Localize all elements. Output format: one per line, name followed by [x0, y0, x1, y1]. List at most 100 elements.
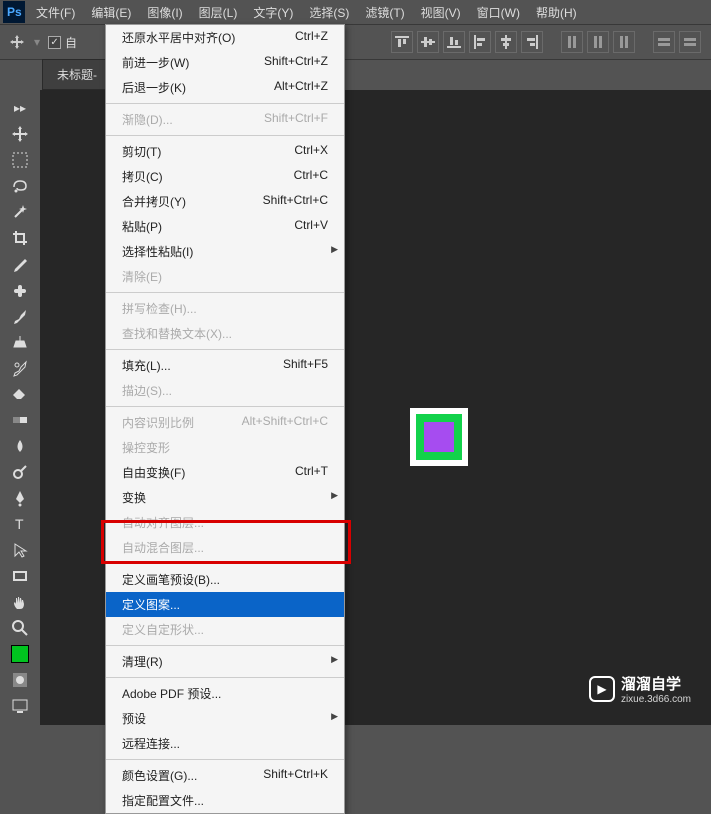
- menu-item[interactable]: 填充(L)...Shift+F5: [106, 353, 344, 378]
- menu-separator: [106, 563, 344, 564]
- menu-item-shortcut: Ctrl+Z: [295, 29, 328, 46]
- menu-item[interactable]: 剪切(T)Ctrl+X: [106, 139, 344, 164]
- crop-tool[interactable]: [5, 226, 35, 250]
- type-tool[interactable]: T: [5, 512, 35, 536]
- menu-item-label: 指定配置文件...: [122, 792, 204, 809]
- align-right-icon[interactable]: [521, 31, 543, 53]
- zoom-tool[interactable]: [5, 616, 35, 640]
- rectangle-tool[interactable]: [5, 564, 35, 588]
- menu-window[interactable]: 窗口(W): [469, 0, 528, 25]
- menu-item-label: 查找和替换文本(X)...: [122, 325, 232, 342]
- watermark-text: 溜溜自学: [621, 673, 691, 694]
- submenu-arrow-icon: ▶: [331, 490, 338, 501]
- menu-item[interactable]: 预设▶: [106, 706, 344, 731]
- move-tool-icon: [8, 33, 26, 51]
- auto-select-checkbox[interactable]: ✓: [48, 36, 61, 49]
- path-selection-tool[interactable]: [5, 538, 35, 562]
- menu-item-label: Adobe PDF 预设...: [122, 685, 221, 702]
- history-brush-tool[interactable]: [5, 356, 35, 380]
- marquee-tool[interactable]: [5, 148, 35, 172]
- menu-item-shortcut: Ctrl+X: [294, 143, 328, 160]
- auto-select-checkbox-row[interactable]: ✓ 自: [48, 34, 77, 51]
- menu-item[interactable]: 自由变换(F)Ctrl+T: [106, 460, 344, 485]
- menu-item[interactable]: 颜色设置(G)...Shift+Ctrl+K: [106, 763, 344, 788]
- menu-item: 清除(E): [106, 264, 344, 289]
- menu-item[interactable]: Adobe PDF 预设...: [106, 681, 344, 706]
- distribute-bottom-icon[interactable]: [613, 31, 635, 53]
- menu-item[interactable]: 远程连接...: [106, 731, 344, 756]
- menu-item-label: 描边(S)...: [122, 382, 172, 399]
- menu-view[interactable]: 视图(V): [413, 0, 469, 25]
- menu-item[interactable]: 拷贝(C) Ctrl+C: [106, 164, 344, 189]
- distribute-hcenter-icon[interactable]: [679, 31, 701, 53]
- align-bottom-icon[interactable]: [443, 31, 465, 53]
- magic-wand-tool[interactable]: [5, 200, 35, 224]
- align-top-icon[interactable]: [391, 31, 413, 53]
- align-hcenter-icon[interactable]: [495, 31, 517, 53]
- gradient-tool[interactable]: [5, 408, 35, 432]
- dodge-tool[interactable]: [5, 460, 35, 484]
- align-left-icon[interactable]: [469, 31, 491, 53]
- menu-image[interactable]: 图像(I): [139, 0, 190, 25]
- blur-tool[interactable]: [5, 434, 35, 458]
- menu-item-label: 定义图案...: [122, 596, 180, 613]
- menu-item[interactable]: 选择性粘贴(I)▶: [106, 239, 344, 264]
- menu-item: 定义自定形状...: [106, 617, 344, 642]
- menu-layer[interactable]: 图层(L): [191, 0, 246, 25]
- menu-select[interactable]: 选择(S): [301, 0, 357, 25]
- menu-item-label: 选择性粘贴(I): [122, 243, 193, 260]
- hand-tool[interactable]: [5, 590, 35, 614]
- menu-item-label: 填充(L)...: [122, 357, 171, 374]
- submenu-arrow-icon: ▶: [331, 654, 338, 665]
- menu-item[interactable]: 粘贴(P)Ctrl+V: [106, 214, 344, 239]
- menu-item-label: 拷贝(C): [122, 168, 163, 185]
- menu-item[interactable]: 前进一步(W)Shift+Ctrl+Z: [106, 50, 344, 75]
- menu-item[interactable]: 后退一步(K)Alt+Ctrl+Z: [106, 75, 344, 100]
- menu-item[interactable]: 还原水平居中对齐(O)Ctrl+Z: [106, 25, 344, 50]
- distribute-top-icon[interactable]: [561, 31, 583, 53]
- menu-item-label: 变换: [122, 489, 146, 506]
- move-tool[interactable]: [5, 122, 35, 146]
- menu-type[interactable]: 文字(Y): [245, 0, 301, 25]
- menu-item: 查找和替换文本(X)...: [106, 321, 344, 346]
- document-tab[interactable]: 未标题-: [42, 59, 112, 90]
- menu-filter[interactable]: 滤镜(T): [357, 0, 412, 25]
- menu-item: 拼写检查(H)...: [106, 296, 344, 321]
- watermark-url: zixue.3d66.com: [621, 694, 691, 705]
- lasso-tool[interactable]: [5, 174, 35, 198]
- align-vcenter-icon[interactable]: [417, 31, 439, 53]
- menu-item[interactable]: 清理(R)▶: [106, 649, 344, 674]
- watermark: ▶ 溜溜自学 zixue.3d66.com: [589, 673, 691, 705]
- menu-item-shortcut: Shift+Ctrl+F: [264, 111, 328, 128]
- brush-tool[interactable]: [5, 304, 35, 328]
- foreground-color-swatch[interactable]: [7, 642, 33, 666]
- menu-item[interactable]: 定义图案...: [106, 592, 344, 617]
- quick-mask-icon[interactable]: [5, 668, 35, 692]
- menu-item-label: 自动混合图层...: [122, 539, 204, 556]
- menu-item: 自动对齐图层...: [106, 510, 344, 535]
- menu-help[interactable]: 帮助(H): [528, 0, 585, 25]
- distribute-vcenter-icon[interactable]: [587, 31, 609, 53]
- menu-item[interactable]: 变换 ▶: [106, 485, 344, 510]
- play-icon: ▶: [589, 676, 615, 702]
- menu-item[interactable]: 指定配置文件...: [106, 788, 344, 813]
- menu-item[interactable]: 定义画笔预设(B)...: [106, 567, 344, 592]
- menu-item-label: 自由变换(F): [122, 464, 185, 481]
- menu-item: 自动混合图层...: [106, 535, 344, 560]
- app-logo-icon: Ps: [0, 0, 28, 24]
- eyedropper-tool[interactable]: [5, 252, 35, 276]
- expand-icon[interactable]: ▸▸: [5, 96, 35, 120]
- distribute-left-icon[interactable]: [653, 31, 675, 53]
- menu-item-label: 后退一步(K): [122, 79, 186, 96]
- clone-stamp-tool[interactable]: [5, 330, 35, 354]
- screen-mode-icon[interactable]: [5, 694, 35, 718]
- pen-tool[interactable]: [5, 486, 35, 510]
- menu-edit[interactable]: 编辑(E): [83, 0, 139, 25]
- eraser-tool[interactable]: [5, 382, 35, 406]
- menu-item-shortcut: Ctrl+C: [294, 168, 328, 185]
- menu-item-shortcut: Shift+Ctrl+Z: [264, 54, 328, 71]
- menu-file[interactable]: 文件(F): [28, 0, 83, 25]
- menu-item[interactable]: 合并拷贝(Y)Shift+Ctrl+C: [106, 189, 344, 214]
- edit-menu-dropdown: 还原水平居中对齐(O)Ctrl+Z前进一步(W)Shift+Ctrl+Z后退一步…: [105, 24, 345, 814]
- healing-brush-tool[interactable]: [5, 278, 35, 302]
